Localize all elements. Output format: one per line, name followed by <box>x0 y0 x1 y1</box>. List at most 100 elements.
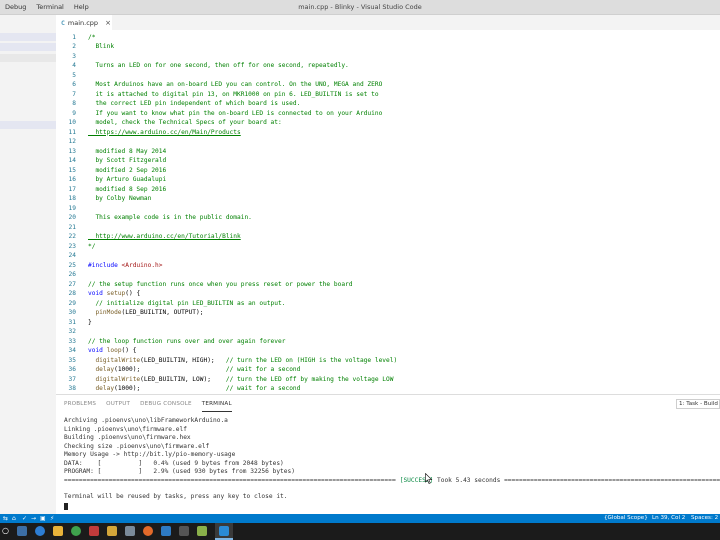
store-icon[interactable] <box>161 526 171 536</box>
sidebar-item-highlight[interactable] <box>0 33 56 41</box>
sidebar-item-active[interactable] <box>0 121 56 129</box>
line-number: 14 <box>68 157 76 164</box>
line-number: 17 <box>68 185 76 193</box>
line-number: 16 <box>68 176 76 183</box>
trash-icon[interactable]: ▣ <box>40 514 46 523</box>
cpp-file-icon: C <box>61 18 65 27</box>
folder-icon[interactable] <box>53 526 63 536</box>
line-number: 20 <box>68 214 76 221</box>
home-icon[interactable]: ⌂ <box>12 514 16 523</box>
code-text: it is attached to digital pin 13, on MKR… <box>88 90 379 98</box>
line-number: 3 <box>72 52 76 60</box>
code-line: 38 delay(1000); // wait for a second <box>56 384 720 394</box>
line-number: 11 <box>68 128 76 136</box>
menu-debug[interactable]: Debug <box>0 0 31 15</box>
terminal-line: Memory Usage -> http://bit.ly/pio-memory… <box>64 451 236 458</box>
line-number: 23 <box>68 242 76 250</box>
task-select[interactable]: 1: Task - Build <box>676 399 720 409</box>
code-line: 36 delay(1000); // wait for a second <box>56 365 720 375</box>
vscode-taskbar-button[interactable] <box>215 523 233 540</box>
filezilla-icon[interactable] <box>89 526 99 536</box>
line-number: 5 <box>72 71 76 79</box>
code-editor[interactable]: 1/* 2 Blink 3 4 Turns an LED on for one sec… <box>56 30 720 394</box>
scope-indicator[interactable]: {Global Scope} <box>604 514 648 523</box>
terminal-output[interactable]: Archiving .pioenvs\uno\libFrameworkArdui… <box>64 417 720 513</box>
edge-icon[interactable] <box>35 526 45 536</box>
sidebar-item-selected[interactable] <box>0 43 56 51</box>
code-text: // the setup function runs once when you… <box>88 280 353 288</box>
bottom-panel: PROBLEMS OUTPUT DEBUG CONSOLE TERMINAL 1… <box>56 394 720 514</box>
tab-problems[interactable]: PROBLEMS <box>64 395 96 413</box>
line-number: 12 <box>68 138 76 145</box>
code-line: 7 it is attached to digital pin 13, on M… <box>56 90 720 100</box>
code-line: 2 Blink <box>56 42 720 52</box>
code-line: 6 Most Arduinos have an on-board LED you… <box>56 80 720 90</box>
separator-left: ========================================… <box>64 476 396 484</box>
chrome-icon[interactable] <box>71 526 81 536</box>
menu-bar: Debug Terminal Help <box>0 0 94 15</box>
arrow-icon[interactable]: → <box>31 514 36 523</box>
line-number: 21 <box>68 223 76 231</box>
code-line: 28 void setup() { <box>56 289 720 299</box>
code-text: } <box>88 318 92 326</box>
code-line: 30 pinMode(LED_BUILTIN, OUTPUT); <box>56 308 720 318</box>
app-icon[interactable] <box>125 526 135 536</box>
line-number: 33 <box>68 337 76 345</box>
code-line: 26 <box>56 270 720 280</box>
code-text: modified 8 May 2014 <box>88 147 167 155</box>
code-text: void loop() { <box>88 347 137 354</box>
plug-icon[interactable]: ⚡ <box>50 514 54 523</box>
code-text: Turns an LED on for one second, then off… <box>88 62 349 69</box>
tab-terminal[interactable]: TERMINAL <box>201 397 232 412</box>
firefox-icon[interactable] <box>143 526 153 536</box>
menu-terminal[interactable]: Terminal <box>31 0 68 15</box>
terminal-reuse-message: Terminal will be reused by tasks, press … <box>64 493 288 500</box>
window-title: main.cpp - Blinky - Visual Studio Code <box>298 3 422 11</box>
tab-debug-console[interactable]: DEBUG CONSOLE <box>140 395 192 413</box>
tab-output[interactable]: OUTPUT <box>106 395 130 413</box>
code-line: 34 void loop() { <box>56 346 720 356</box>
code-text: void setup() { <box>88 290 141 297</box>
code-line: 10 model, check the Technical Specs of y… <box>56 118 720 128</box>
terminal-app-icon[interactable] <box>179 526 189 536</box>
check-icon[interactable]: ✓ <box>22 514 27 523</box>
code-line: 35 digitalWrite(LED_BUILTIN, HIGH); // t… <box>56 356 720 366</box>
explorer-icon[interactable] <box>107 526 117 536</box>
line-number: 9 <box>72 109 76 117</box>
task-view-icon[interactable] <box>17 526 27 536</box>
tab-main-cpp[interactable]: C main.cpp × <box>56 15 112 30</box>
terminal-line: DATA: [ ] 0.4% (used 9 bytes from 2048 b… <box>64 459 284 467</box>
terminal-line: Archiving .pioenvs\uno\libFrameworkArdui… <box>64 417 228 424</box>
cursor-position[interactable]: Ln 39, Col 2 <box>652 514 685 523</box>
title-bar: main.cpp - Blinky - Visual Studio Code D… <box>0 0 720 15</box>
sidebar-item[interactable] <box>0 54 56 62</box>
os-taskbar: ○ <box>0 523 720 540</box>
terminal-line: PROGRAM: [ ] 2.9% (used 930 bytes from 3… <box>64 468 295 475</box>
tool-icon[interactable] <box>197 526 207 536</box>
code-text: https://www.arduino.cc/en/Main/Products <box>88 128 241 136</box>
code-line: 15 modified 2 Sep 2016 <box>56 166 720 176</box>
line-number: 7 <box>72 90 76 98</box>
code-line: 5 <box>56 71 720 81</box>
status-bar: ⇆ ⌂ ✓ → ▣ ⚡ {Global Scope} Ln 39, Col 2 … <box>0 514 720 523</box>
terminal-line: Checking size .pioenvs\uno\firmware.elf <box>64 442 210 450</box>
code-line: 14 by Scott Fitzgerald <box>56 156 720 166</box>
code-text: /* <box>88 33 96 41</box>
line-number: 27 <box>68 280 76 288</box>
remote-icon[interactable]: ⇆ <box>3 514 8 523</box>
code-line: 21 <box>56 223 720 233</box>
code-line: 19 <box>56 204 720 214</box>
code-line: 25 #include <Arduino.h> <box>56 261 720 271</box>
code-line: 29 // initialize digital pin LED_BUILTIN… <box>56 299 720 309</box>
mouse-pointer-icon <box>425 473 433 484</box>
code-text: digitalWrite(LED_BUILTIN, LOW); // turn … <box>95 375 394 383</box>
code-text: If you want to know what pin the on-boar… <box>88 109 383 117</box>
code-line: 8 the correct LED pin independent of whi… <box>56 99 720 109</box>
menu-help[interactable]: Help <box>69 0 94 15</box>
line-number: 35 <box>68 356 76 364</box>
code-line: 24 <box>56 251 720 261</box>
indentation-setting[interactable]: Spaces: 2 <box>691 514 718 523</box>
code-text: by Arturo Guadalupi <box>88 176 167 183</box>
search-icon[interactable]: ○ <box>2 526 12 536</box>
close-icon[interactable]: × <box>105 19 111 27</box>
